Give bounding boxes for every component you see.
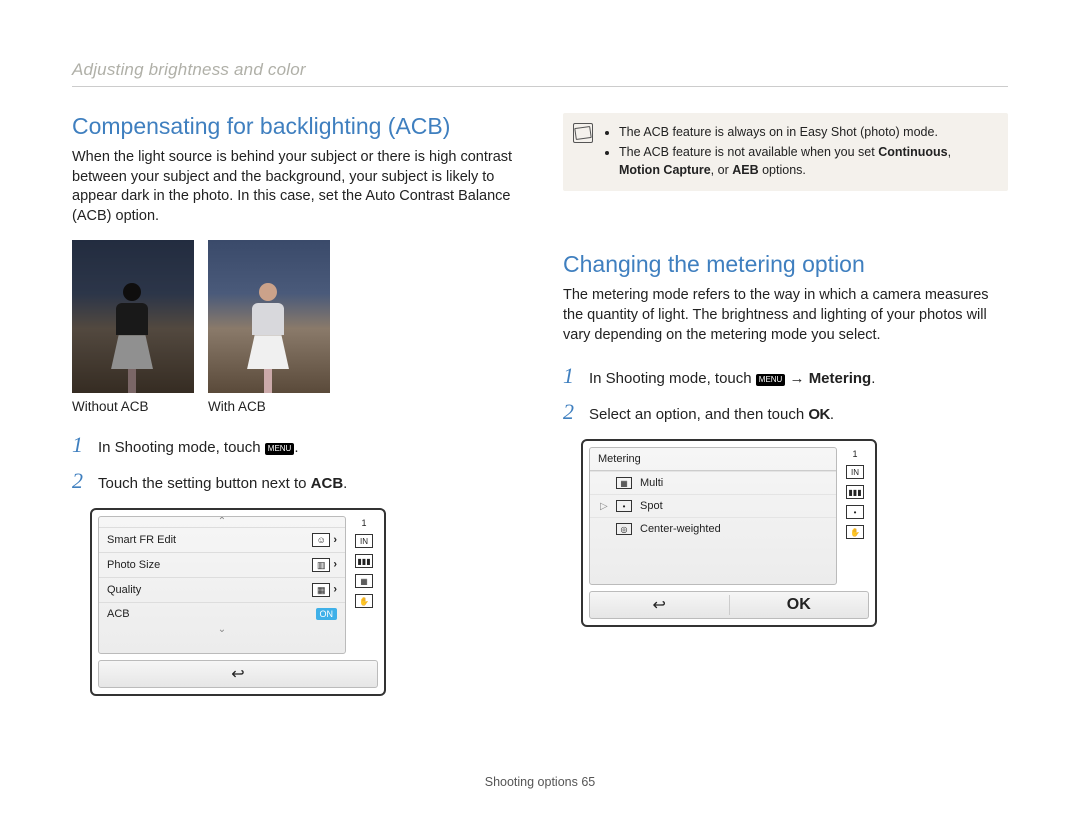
photo-with-acb <box>208 240 330 393</box>
menu-row-smart-fr[interactable]: Smart FR Edit ☺ › <box>99 527 345 552</box>
step-number: 1 <box>563 363 579 389</box>
quality-icon: ▦ <box>312 583 330 597</box>
ok-button[interactable]: OK <box>730 596 869 614</box>
note-icon <box>573 123 593 143</box>
battery-icon: ▮▮▮ <box>846 485 864 499</box>
chevron-up-icon[interactable]: ⌃ <box>99 517 345 527</box>
chevron-right-icon: › <box>333 584 337 596</box>
memory-icon: IN <box>355 534 373 548</box>
face-detect-icon: ☺ <box>312 533 330 547</box>
metering-body: The metering mode refers to the way in w… <box>563 286 1008 345</box>
photo-without-acb <box>72 240 194 393</box>
lcd-acb-menu: ⌃ Smart FR Edit ☺ › Photo Size ▥ › Quali… <box>90 508 386 696</box>
spot-icon: • <box>616 500 632 512</box>
menu-row-acb[interactable]: ACB ON <box>99 602 345 625</box>
note-line: The ACB feature is always on in Easy Sho… <box>619 123 994 141</box>
ok-icon: OK <box>808 404 830 425</box>
step-text: Touch the setting button next to <box>98 475 311 492</box>
back-button[interactable]: ↩ <box>98 660 378 688</box>
counter: 1 <box>852 449 857 459</box>
menu-label: Quality <box>107 584 141 596</box>
menu-icon: MENU <box>756 374 786 386</box>
chevron-right-icon: › <box>333 534 337 546</box>
right-step-2: 2 Select an option, and then touch OK. <box>563 399 1008 425</box>
menu-label: Photo Size <box>107 559 160 571</box>
acb-body: When the light source is behind your sub… <box>72 148 517 226</box>
lcd-title: Metering <box>590 448 836 471</box>
hand-icon: ✋ <box>355 594 373 608</box>
caption-with: With ACB <box>208 399 330 414</box>
chevron-down-icon[interactable]: ⌄ <box>99 625 345 635</box>
memory-icon: IN <box>846 465 864 479</box>
option-spot[interactable]: ▷•Spot <box>590 494 836 517</box>
option-multi[interactable]: ▦Multi <box>590 471 836 494</box>
left-column: Compensating for backlighting (ACB) When… <box>72 113 517 696</box>
page-footer: Shooting options 65 <box>0 775 1080 789</box>
left-step-2: 2 Touch the setting button next to ACB. <box>72 468 517 494</box>
left-step-1: 1 In Shooting mode, touch MENU. <box>72 432 517 458</box>
menu-label: ACB <box>107 608 130 620</box>
back-button[interactable]: ↩ <box>590 595 730 615</box>
right-step-1: 1 In Shooting mode, touch MENU → Meterin… <box>563 363 1008 389</box>
selection-arrow-icon: ▷ <box>600 501 608 512</box>
acb-heading: Compensating for backlighting (ACB) <box>72 113 517 140</box>
option-center[interactable]: ◎Center-weighted <box>590 517 836 540</box>
spot-side-icon: • <box>846 505 864 519</box>
back-arrow-icon: ↩ <box>231 664 244 684</box>
menu-row-photo-size[interactable]: Photo Size ▥ › <box>99 552 345 577</box>
multi-icon: ▦ <box>616 477 632 489</box>
step-text: Select an option, and then touch <box>589 406 808 423</box>
breadcrumb: Adjusting brightness and color <box>72 60 1008 80</box>
lcd-metering-menu: Metering ▦Multi ▷•Spot ◎Center-weighted … <box>581 439 877 627</box>
battery-icon: ▮▮▮ <box>355 554 373 568</box>
back-arrow-icon: ↩ <box>653 595 666 615</box>
step-number: 1 <box>72 432 88 458</box>
menu-label: Smart FR Edit <box>107 534 176 546</box>
step-text: In Shooting mode, touch <box>589 370 756 387</box>
photo-compare: Without ACB With ACB <box>72 240 517 414</box>
note-box: The ACB feature is always on in Easy Sho… <box>563 113 1008 191</box>
menu-row-quality[interactable]: Quality ▦ › <box>99 577 345 602</box>
right-column: The ACB feature is always on in Easy Sho… <box>563 113 1008 696</box>
divider <box>72 86 1008 87</box>
metering-icon: ▦ <box>355 574 373 588</box>
menu-icon: MENU <box>265 443 295 455</box>
photo-size-icon: ▥ <box>312 558 330 572</box>
metering-heading: Changing the metering option <box>563 251 1008 278</box>
hand-icon: ✋ <box>846 525 864 539</box>
step-number: 2 <box>72 468 88 494</box>
step-number: 2 <box>563 399 579 425</box>
caption-without: Without ACB <box>72 399 194 414</box>
step-text: In Shooting mode, touch <box>98 439 265 456</box>
chevron-right-icon: › <box>333 559 337 571</box>
counter: 1 <box>361 518 366 528</box>
on-toggle[interactable]: ON <box>316 608 338 620</box>
note-line: The ACB feature is not available when yo… <box>619 143 994 179</box>
center-weighted-icon: ◎ <box>616 523 632 535</box>
